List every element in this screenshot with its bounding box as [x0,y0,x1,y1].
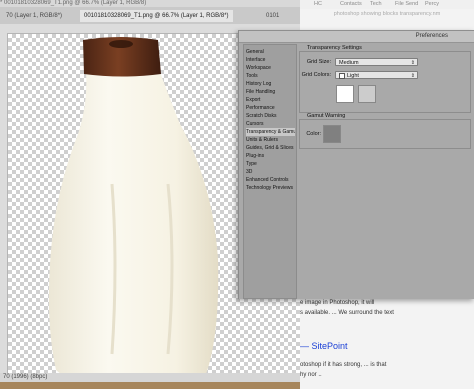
sidebar-item-tools[interactable]: Tools [246,72,295,80]
grid-colors-value: Light [347,73,359,79]
grid-color-swatch-1[interactable] [336,85,354,103]
sidebar-item-general[interactable]: General [246,48,295,56]
sidebar-item-units-rulers[interactable]: Units & Rulers [246,136,295,144]
sidebar-item-type[interactable]: Type [246,160,295,168]
sidebar-item-plug-ins[interactable]: Plug-ins [246,152,295,160]
gamut-color-swatch[interactable] [323,125,341,143]
document-tab-active[interactable]: 00101810328069_T1.png @ 66.7% (Layer 1, … [80,10,233,22]
gamut-color-label: Color: [306,131,321,137]
sidebar-item-technology-previews[interactable]: Technology Previews [246,184,295,192]
sidebar-item-history-log[interactable]: History Log [246,80,295,88]
sidebar-item-cursors[interactable]: Cursors [246,120,295,128]
sidebar-item-file-handling[interactable]: File Handling [246,88,295,96]
browser-address-bar[interactable]: photoshop showing blocks transparency.nm [300,9,474,19]
browser-bookmarks-bar: HC Contacts Tech File Send Percy [300,0,474,9]
sidebar-item-performance[interactable]: Performance [246,104,295,112]
bookmark-percy[interactable]: Percy [425,1,439,7]
bookmark-contacts[interactable]: Contacts [340,1,362,7]
search-result-line: e image in Photoshop, it will [300,300,375,306]
document-tab-bar: 70 (Layer 1, RGB/8*) 00101810328069_T1.p… [0,7,300,25]
grid-size-select[interactable]: Medium ⇕ [335,58,418,66]
bookmark-tech[interactable]: Tech [370,1,382,7]
preferences-dialog: Preferences General Interface Workspace … [238,30,474,299]
sidebar-item-workspace[interactable]: Workspace [246,64,295,72]
grid-color-swatch-2[interactable] [358,85,376,103]
bookmark-hc[interactable]: HC [314,1,322,7]
search-result-line: otoshop if it has strong, ... is that [300,362,387,368]
document-tab-3[interactable]: 0101 [262,10,283,22]
grid-colors-label: Grid Colors: [301,72,331,78]
grid-size-label: Grid Size: [306,59,331,65]
preferences-sidebar: General Interface Workspace Tools Histor… [243,44,297,299]
sidebar-item-interface[interactable]: Interface [246,56,295,64]
preferences-titlebar[interactable]: Preferences [239,31,474,43]
status-bar: 70 (1996) (8bpc) [0,373,300,382]
sidebar-item-scratch-disks[interactable]: Scratch Disks [246,112,295,120]
sidebar-item-export[interactable]: Export [246,96,295,104]
bookmark-file-send[interactable]: File Send [395,1,418,7]
desktop-strip [0,382,300,389]
sidebar-item-guides-grid-slices[interactable]: Guides, Grid & Slices [246,144,295,152]
grid-size-value: Medium [339,60,359,66]
sidebar-item-enhanced-controls[interactable]: Enhanced Controls [246,176,295,184]
preferences-title: Preferences [415,33,448,39]
search-result-link[interactable]: — SitePoint [300,341,348,351]
sidebar-item-transparency-gamut[interactable]: Transparency & Gamut [246,128,295,136]
search-result-line: hy nor .. [300,372,322,378]
grid-colors-select[interactable]: Light ⇕ [335,71,418,79]
light-grid-icon [339,72,345,79]
document-tab-1[interactable]: 70 (Layer 1, RGB/8*) [2,10,66,22]
chevron-updown-icon: ⇕ [410,60,415,66]
sidebar-item-3d[interactable]: 3D [246,168,295,176]
vertical-ruler [0,33,8,389]
document-title: * 00101810328069_T1.png @ 66.7% (Layer 1… [0,0,300,7]
search-result-line: s available. ... We surround the text [300,310,394,316]
chevron-updown-icon: ⇕ [410,73,415,79]
